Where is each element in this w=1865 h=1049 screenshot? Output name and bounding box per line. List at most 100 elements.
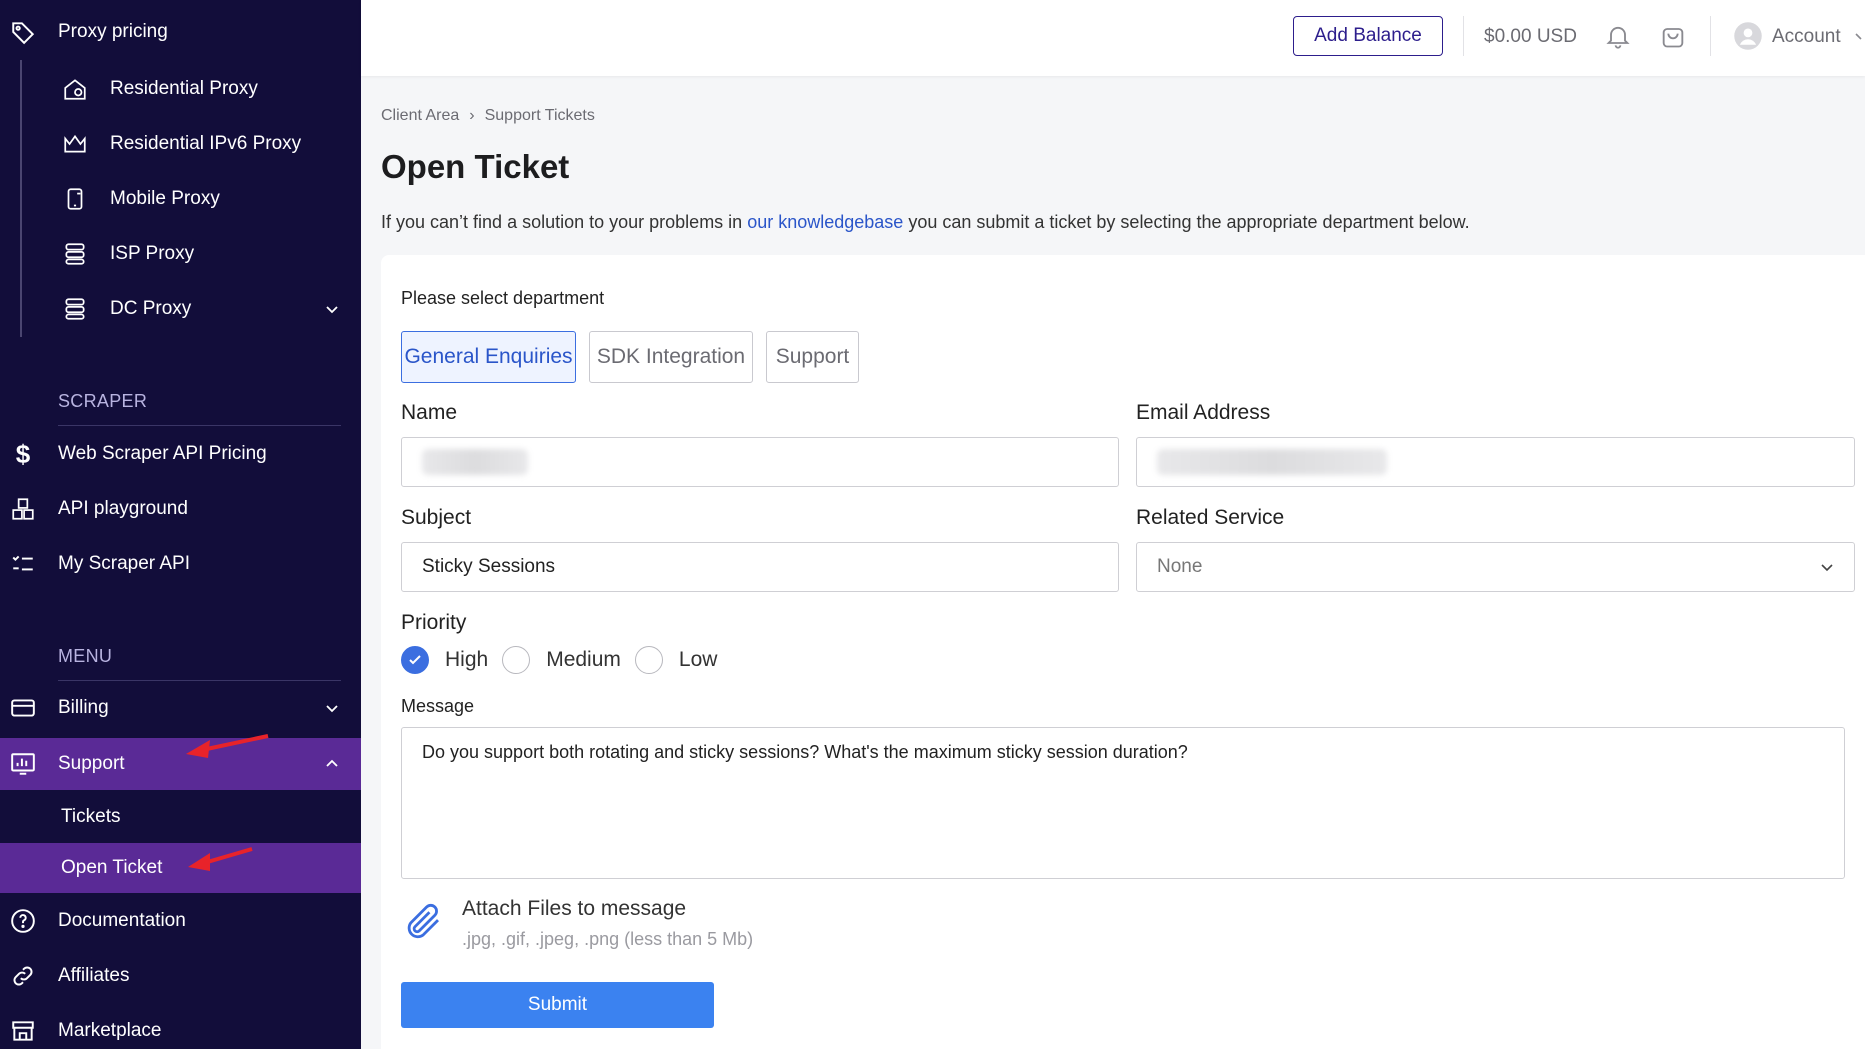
sidebar-item-label: Open Ticket [61, 857, 163, 878]
add-balance-button[interactable]: Add Balance [1293, 16, 1443, 56]
submit-button[interactable]: Submit [401, 982, 714, 1028]
sidebar-item-label: Residential IPv6 Proxy [110, 133, 302, 154]
server-icon [61, 295, 89, 323]
dollar-icon: $ [15, 438, 31, 469]
priority-high-radio[interactable] [401, 646, 429, 674]
sidebar-item-label: Web Scraper API Pricing [58, 443, 267, 464]
house-icon [61, 75, 89, 103]
sidebar-item-label: Affiliates [58, 965, 130, 986]
priority-high-label[interactable]: High [445, 648, 488, 672]
subject-label: Subject [401, 506, 472, 529]
sidebar-section-menu: MENU [58, 646, 113, 666]
page-intro: If you can’t find a solution to your pro… [381, 212, 1470, 233]
sidebar-item-marketplace[interactable]: Marketplace [0, 1005, 361, 1049]
annotation-arrow [186, 734, 269, 758]
department-general-enquiries[interactable]: General Enquiries [401, 331, 576, 383]
related-service-label: Related Service [1136, 506, 1285, 529]
intro-text: If you can’t find a solution to your pro… [381, 212, 748, 232]
store-icon [9, 1017, 37, 1045]
sidebar-item-label: Documentation [58, 910, 186, 931]
sidebar-item-my-scraper-api[interactable]: My Scraper API [0, 538, 361, 590]
message-value: Do you support both rotating and sticky … [422, 742, 1188, 762]
department-sdk-integration[interactable]: SDK Integration [589, 331, 753, 383]
sidebar-divider [58, 680, 341, 681]
email-label: Email Address [1136, 401, 1271, 424]
attach-files-hint: .jpg, .gif, .jpeg, .png (less than 5 Mb) [462, 929, 754, 949]
name-field[interactable] [401, 437, 1119, 487]
topbar: Add Balance $0.00 USD Account [361, 0, 1865, 76]
mobile-icon [61, 185, 89, 213]
sidebar-item-web-scraper-api-pricing[interactable]: $ Web Scraper API Pricing [0, 428, 361, 480]
related-service-value: None [1157, 556, 1203, 577]
account-menu[interactable]: Account [1772, 26, 1841, 48]
sidebar-item-tickets[interactable]: Tickets [0, 792, 361, 842]
list-icon [9, 550, 37, 578]
breadcrumb-support-tickets[interactable]: Support Tickets [485, 107, 595, 125]
sidebar-item-residential-proxy[interactable]: Residential Proxy [0, 63, 361, 115]
sidebar-item-label: Residential Proxy [110, 78, 258, 99]
department-support[interactable]: Support [766, 331, 859, 383]
bell-icon[interactable] [1602, 20, 1634, 52]
sidebar-item-documentation[interactable]: Documentation [0, 895, 361, 947]
email-field[interactable] [1136, 437, 1855, 487]
knowledgebase-link[interactable]: our knowledgebase [747, 212, 903, 232]
sidebar-item-label: Mobile Proxy [110, 188, 220, 209]
sidebar-item-isp-proxy[interactable]: ISP Proxy [0, 228, 361, 280]
sidebar-item-label: My Scraper API [58, 553, 190, 574]
sidebar-item-mobile-proxy[interactable]: Mobile Proxy [0, 173, 361, 225]
subject-value: Sticky Sessions [422, 556, 556, 577]
blocks-icon [9, 495, 37, 523]
topbar-divider [1710, 16, 1711, 56]
sidebar-item-open-ticket[interactable]: Open Ticket [0, 843, 361, 893]
sidebar-item-label: Billing [58, 697, 109, 718]
sidebar-item-api-playground[interactable]: API playground [0, 483, 361, 535]
help-circle-icon [9, 907, 37, 935]
message-label: Message [401, 696, 475, 716]
related-service-select[interactable]: None [1136, 542, 1855, 592]
paperclip-icon[interactable] [403, 898, 445, 949]
chevron-down-icon [1821, 564, 1833, 572]
sidebar-item-dc-proxy[interactable]: DC Proxy [0, 283, 361, 335]
subject-field[interactable]: Sticky Sessions [401, 542, 1119, 592]
chevron-down-icon [326, 705, 338, 713]
redacted-value [422, 449, 528, 475]
priority-label: Priority [401, 611, 467, 634]
redacted-value [1157, 449, 1387, 475]
sidebar-item-proxy-pricing[interactable]: Proxy pricing [0, 6, 361, 58]
priority-low-radio[interactable] [634, 646, 663, 674]
attach-files-label[interactable]: Attach Files to message [462, 897, 686, 921]
check-icon [409, 655, 421, 665]
breadcrumb: Client Area › Support Tickets [381, 107, 595, 125]
page-title: Open Ticket [381, 148, 570, 185]
sidebar: Proxy pricing Residential Proxy Resident… [0, 0, 361, 1049]
tag-icon [9, 18, 37, 46]
priority-medium-label[interactable]: Medium [546, 648, 621, 672]
sidebar-item-billing[interactable]: Billing [0, 682, 361, 734]
cart-icon[interactable] [1657, 20, 1689, 52]
sidebar-item-label: Support [58, 753, 125, 774]
department-label: Please select department [401, 288, 605, 308]
annotation-arrow [188, 847, 253, 871]
message-textarea[interactable]: Do you support both rotating and sticky … [401, 727, 1845, 879]
sidebar-item-label: Proxy pricing [58, 21, 168, 42]
sidebar-item-label: Tickets [61, 806, 121, 827]
name-label: Name [401, 401, 458, 424]
chevron-down-icon [326, 306, 338, 314]
chevron-up-icon [326, 759, 338, 767]
crown-icon [61, 130, 89, 158]
chevron-down-icon [1855, 33, 1862, 40]
breadcrumb-separator: › [469, 107, 475, 124]
link-icon [9, 962, 37, 990]
sidebar-item-affiliates[interactable]: Affiliates [0, 950, 361, 1002]
ticket-form: Please select department General Enquiri… [381, 255, 1865, 1049]
priority-low-label[interactable]: Low [679, 648, 718, 672]
sidebar-section-scraper: SCRAPER [58, 391, 148, 411]
breadcrumb-client-area[interactable]: Client Area [381, 107, 459, 125]
balance-amount: $0.00 USD [1484, 26, 1577, 47]
sidebar-divider [58, 425, 341, 426]
priority-options: High Medium Low [401, 646, 717, 674]
priority-medium-radio[interactable] [502, 646, 531, 674]
sidebar-item-residential-ipv6-proxy[interactable]: Residential IPv6 Proxy [0, 118, 361, 170]
server-icon [61, 240, 89, 268]
user-avatar-icon[interactable] [1732, 20, 1764, 52]
